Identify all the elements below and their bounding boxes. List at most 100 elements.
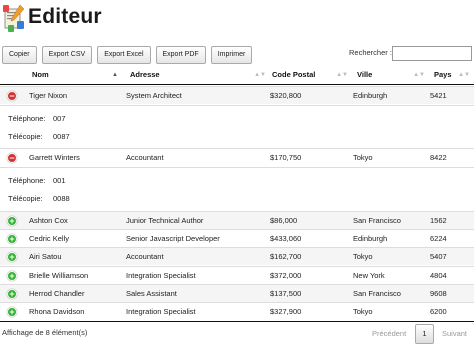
editor-app-icon <box>3 4 25 32</box>
cell-code-postal: $170,750 <box>270 153 302 162</box>
table-row[interactable]: − Garrett Winters Accountant $170,750 To… <box>0 148 474 166</box>
fax-label: Télécopie: <box>8 132 43 141</box>
pagination-next[interactable]: Suivant <box>442 324 467 344</box>
cell-pays: 5407 <box>430 252 447 261</box>
export-toolbar: Copier Export CSV Export Excel Export PD… <box>2 46 253 64</box>
row-detail: Téléphone: 001 Télécopie: 0088 <box>0 167 474 207</box>
header: Editeur <box>0 0 474 40</box>
page-title: Editeur <box>28 5 102 28</box>
cell-adresse: Integration Specialist <box>126 271 196 280</box>
sort-icon: ▲▼ <box>458 72 470 78</box>
cell-pays: 6224 <box>430 234 447 243</box>
expand-row-icon[interactable]: + <box>7 216 17 226</box>
cell-adresse: Senior Javascript Developer <box>126 234 220 243</box>
sort-icon: ▲▼ <box>336 72 348 78</box>
cell-ville: Tokyo <box>353 153 373 162</box>
detail-phone: Téléphone: 007 <box>8 114 66 123</box>
cell-ville: Tokyo <box>353 252 373 261</box>
cell-pays: 5421 <box>430 91 447 100</box>
cell-ville: Edinburgh <box>353 234 388 243</box>
table-row[interactable]: + Cedric Kelly Senior Javascript Develop… <box>0 229 474 247</box>
phone-value: 001 <box>53 176 66 185</box>
cell-pays: 9608 <box>430 289 447 298</box>
detail-fax: Télécopie: 0088 <box>8 194 70 203</box>
cell-pays: 6200 <box>430 307 447 316</box>
table-row[interactable]: + Ashton Cox Junior Technical Author $86… <box>0 211 474 229</box>
collapse-row-icon[interactable]: − <box>7 153 17 163</box>
export-csv-button[interactable]: Export CSV <box>41 46 93 64</box>
copy-button[interactable]: Copier <box>2 46 37 64</box>
column-label: Ville <box>357 70 373 79</box>
column-label: Adresse <box>130 70 160 79</box>
column-label: Code Postal <box>272 70 316 79</box>
export-excel-button[interactable]: Export Excel <box>97 46 151 64</box>
cell-ville: San Francisco <box>353 289 401 298</box>
detail-phone: Téléphone: 001 <box>8 176 66 185</box>
cell-adresse: System Architect <box>126 91 182 100</box>
cell-pays: 4804 <box>430 271 447 280</box>
cell-code-postal: $320,800 <box>270 91 302 100</box>
phone-label: Téléphone: <box>8 176 46 185</box>
column-label: Pays <box>434 70 452 79</box>
cell-code-postal: $137,500 <box>270 289 302 298</box>
cell-code-postal: $162,700 <box>270 252 302 261</box>
column-header-nom[interactable]: Nom ▲ <box>32 66 122 84</box>
cell-nom: Herrod Chandler <box>29 289 85 298</box>
cell-ville: Edinburgh <box>353 91 388 100</box>
fax-value: 0088 <box>53 194 70 203</box>
cell-code-postal: $86,000 <box>270 216 298 225</box>
table-info: Affichage de 8 élément(s) <box>2 328 88 337</box>
column-header-adresse[interactable]: Adresse ▲▼ <box>130 66 270 84</box>
cell-nom: Brielle Williamson <box>29 271 89 280</box>
row-detail: Téléphone: 007 Télécopie: 0087 <box>0 105 474 145</box>
search-input[interactable] <box>392 46 472 61</box>
table-row[interactable]: − Tiger Nixon System Architect $320,800 … <box>0 86 474 104</box>
fax-label: Télécopie: <box>8 194 43 203</box>
cell-adresse: Accountant <box>126 153 164 162</box>
search-label: Rechercher : <box>349 48 392 57</box>
pagination-page-1[interactable]: 1 <box>415 324 434 344</box>
sort-icon: ▲ <box>112 72 118 78</box>
detail-fax: Télécopie: 0087 <box>8 132 70 141</box>
export-pdf-button[interactable]: Export PDF <box>155 46 206 64</box>
table-footer-divider <box>0 321 474 322</box>
table-row[interactable]: + Brielle Williamson Integration Special… <box>0 266 474 284</box>
sort-icon: ▲▼ <box>254 72 266 78</box>
column-header-ville[interactable]: Ville ▲▼ <box>357 66 429 84</box>
collapse-row-icon[interactable]: − <box>7 91 17 101</box>
expand-row-icon[interactable]: + <box>7 234 17 244</box>
cell-pays: 1562 <box>430 216 447 225</box>
cell-ville: New York <box>353 271 385 280</box>
cell-ville: San Francisco <box>353 216 401 225</box>
column-header-pays[interactable]: Pays ▲▼ <box>434 66 474 84</box>
sort-icon: ▲▼ <box>413 72 425 78</box>
cell-adresse: Integration Specialist <box>126 307 196 316</box>
cell-code-postal: $433,060 <box>270 234 302 243</box>
cell-pays: 8422 <box>430 153 447 162</box>
cell-nom: Tiger Nixon <box>29 91 68 100</box>
expand-row-icon[interactable]: + <box>7 271 17 281</box>
table-header: Nom ▲ Adresse ▲▼ Code Postal ▲▼ Ville ▲▼ Pay… <box>0 66 474 85</box>
cell-code-postal: $372,000 <box>270 271 302 280</box>
cell-nom: Ashton Cox <box>29 216 68 225</box>
column-header-code-postal[interactable]: Code Postal ▲▼ <box>272 66 352 84</box>
cell-nom: Rhona Davidson <box>29 307 85 316</box>
fax-value: 0087 <box>53 132 70 141</box>
table-row[interactable]: + Herrod Chandler Sales Assistant $137,5… <box>0 284 474 302</box>
expand-row-icon[interactable]: + <box>7 252 17 262</box>
cell-ville: Tokyo <box>353 307 373 316</box>
cell-nom: Cedric Kelly <box>29 234 70 243</box>
cell-code-postal: $327,900 <box>270 307 302 316</box>
column-label: Nom <box>32 70 49 79</box>
pagination-previous[interactable]: Précédent <box>372 324 406 344</box>
table-row[interactable]: + Airi Satou Accountant $162,700 Tokyo 5… <box>0 247 474 265</box>
cell-adresse: Junior Technical Author <box>126 216 204 225</box>
expand-row-icon[interactable]: + <box>7 307 17 317</box>
print-button[interactable]: Imprimer <box>210 46 253 64</box>
expand-row-icon[interactable]: + <box>7 289 17 299</box>
cell-adresse: Sales Assistant <box>126 289 177 298</box>
cell-adresse: Accountant <box>126 252 164 261</box>
phone-label: Téléphone: <box>8 114 46 123</box>
cell-nom: Airi Satou <box>29 252 62 261</box>
table-row[interactable]: + Rhona Davidson Integration Specialist … <box>0 302 474 320</box>
